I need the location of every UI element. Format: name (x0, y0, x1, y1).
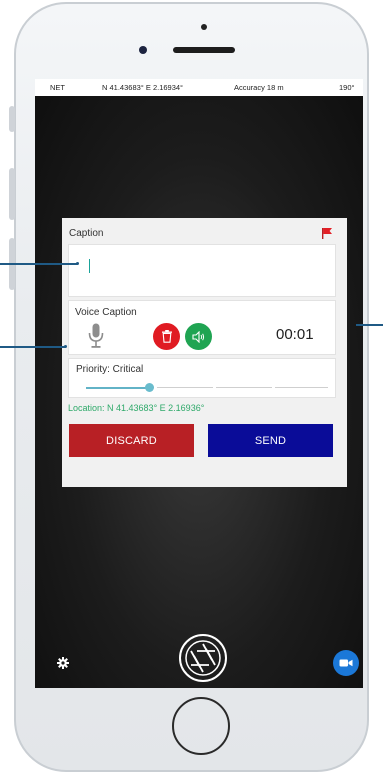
priority-track-segment-3 (216, 387, 272, 388)
compass-heading: 190° (339, 83, 355, 92)
send-button[interactable]: SEND (208, 424, 333, 457)
video-mode-button[interactable] (333, 650, 359, 676)
network-label: NET (50, 83, 65, 92)
priority-track-segment-4 (275, 387, 328, 388)
video-camera-icon (339, 659, 353, 667)
home-button[interactable] (172, 697, 230, 755)
gear-icon[interactable] (57, 657, 69, 669)
timer-callout-line (356, 324, 383, 326)
gps-coordinates: N 41.43683° E 2.16934° (102, 83, 184, 92)
caption-dialog: Caption Voice Caption 00:01 Priority: Cr… (62, 218, 347, 487)
speaker-icon (192, 330, 205, 343)
microphone-icon[interactable] (88, 323, 104, 349)
play-recording-button[interactable] (185, 323, 212, 350)
delete-recording-button[interactable] (153, 323, 180, 350)
trash-icon (161, 330, 172, 343)
gps-accuracy: Accuracy 18 m (234, 83, 284, 92)
priority-slider-thumb[interactable] (145, 383, 154, 392)
voice-caption-label: Voice Caption (75, 307, 137, 318)
red-flag-icon[interactable] (321, 227, 333, 239)
priority-label: Priority: Critical (76, 364, 144, 375)
caption-label: Caption (69, 228, 104, 239)
caption-callout-line (0, 263, 78, 265)
camera-screen: NET N 41.43683° E 2.16934° Accuracy 18 m… (35, 79, 363, 688)
caption-callout-end (76, 262, 79, 265)
front-camera (139, 46, 147, 54)
text-cursor (89, 259, 90, 273)
status-bar: NET N 41.43683° E 2.16934° Accuracy 18 m… (35, 79, 363, 96)
priority-track-fill (86, 387, 148, 389)
priority-callout-end (64, 345, 67, 348)
location-text: Location: N 41.43683° E 2.16936° (68, 403, 205, 413)
discard-button[interactable]: DISCARD (69, 424, 194, 457)
mute-switch (9, 106, 15, 132)
priority-callout-line (0, 346, 66, 348)
recording-timer: 00:01 (276, 326, 314, 343)
camera-shutter-icon (185, 640, 221, 676)
voice-caption-panel: Voice Caption 00:01 (68, 300, 336, 355)
earpiece-speaker (173, 47, 235, 53)
shutter-button[interactable] (179, 634, 227, 682)
volume-up-button (9, 168, 15, 220)
priority-track-segment-2 (157, 387, 213, 388)
proximity-sensor (201, 24, 207, 30)
priority-panel: Priority: Critical (68, 358, 336, 398)
caption-input[interactable] (68, 244, 336, 297)
